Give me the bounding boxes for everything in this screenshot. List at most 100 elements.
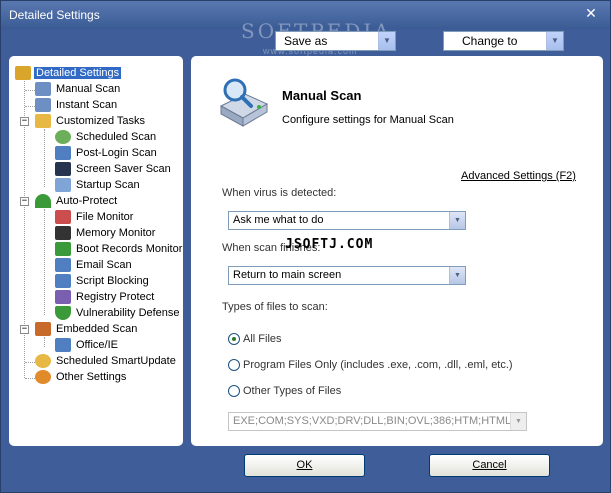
shield-icon xyxy=(55,306,71,321)
settings-content-panel: Manual Scan Configure settings for Manua… xyxy=(191,56,603,446)
tree-item-scheduled-scan[interactable]: Scheduled Scan xyxy=(55,129,158,145)
virus-action-value: Ask me what to do xyxy=(233,214,324,226)
tree-item-boot-records-monitor[interactable]: Boot Records Monitor xyxy=(55,241,184,257)
tree-item-memory-monitor[interactable]: Memory Monitor xyxy=(55,225,157,241)
tree-item-label: Memory Monitor xyxy=(76,227,156,240)
settings-window: Detailed Settings ✕ SOFTPEDIA www.softpe… xyxy=(0,0,611,493)
save-as-label: Save as xyxy=(284,34,328,48)
tree-item-label: Registry Protect xyxy=(76,291,155,304)
radio-all-files[interactable]: All Files xyxy=(228,332,282,346)
tree-item-other-settings[interactable]: Other Settings xyxy=(35,369,128,385)
tree-item-office-ie[interactable]: Office/IE xyxy=(55,337,120,353)
tree-item-label: Vulnerability Defense xyxy=(76,307,180,320)
scan-finish-action-select[interactable]: Return to main screen ▼ xyxy=(228,266,466,285)
memory-chip-icon xyxy=(55,226,71,241)
tree-connector xyxy=(25,90,35,91)
tree-item-scheduled-smartupdate[interactable]: Scheduled SmartUpdate xyxy=(35,353,178,369)
save-as-dropdown[interactable]: Save as ▼ xyxy=(275,31,396,51)
window-title: Detailed Settings xyxy=(9,8,100,22)
cancel-button[interactable]: Cancel xyxy=(429,454,550,477)
radio-button[interactable] xyxy=(228,333,240,346)
collapse-customized-tasks[interactable]: − xyxy=(20,117,29,126)
file-extensions-value: EXE;COM;SYS;VXD;DRV;DLL;BIN;OVL;386;HTM;… xyxy=(233,415,522,427)
change-to-label: Change to xyxy=(462,34,518,48)
page-description: Configure settings for Manual Scan xyxy=(282,114,454,126)
clock-icon xyxy=(55,130,71,145)
file-extensions-select: EXE;COM;SYS;VXD;DRV;DLL;BIN;OVL;386;HTM;… xyxy=(228,412,527,431)
radio-program-files-only[interactable]: Program Files Only (includes .exe, .com,… xyxy=(228,358,513,372)
tree-connector xyxy=(25,106,35,107)
tree-item-label: Embedded Scan xyxy=(56,323,138,336)
tree-item-label: Customized Tasks xyxy=(56,115,146,128)
tree-item-customized-tasks[interactable]: Customized Tasks xyxy=(35,113,147,129)
tree-item-file-monitor[interactable]: File Monitor xyxy=(55,209,135,225)
office-icon xyxy=(55,338,71,353)
chevron-down-icon: ▼ xyxy=(546,32,563,50)
folder-clock-icon xyxy=(35,114,51,129)
tree-item-label: Boot Records Monitor xyxy=(76,243,183,256)
cancel-button-label: Cancel xyxy=(472,459,507,471)
collapse-embedded-scan[interactable]: − xyxy=(20,325,29,334)
settings-icon xyxy=(15,66,31,81)
tree-item-label: Scheduled Scan xyxy=(76,131,157,144)
tree-item-label: Auto-Protect xyxy=(56,195,118,208)
tree-item-label: Office/IE xyxy=(76,339,118,352)
boot-disk-icon xyxy=(55,242,71,257)
tree-item-post-login-scan[interactable]: Post-Login Scan xyxy=(55,145,159,161)
tree-item-label: Instant Scan xyxy=(56,99,118,112)
tree-item-label: Email Scan xyxy=(76,259,132,272)
radio-other-types[interactable]: Other Types of Files xyxy=(228,384,341,398)
overlay-watermark: JSOFTJ.COM xyxy=(285,237,374,252)
tree-item-vulnerability-defense[interactable]: Vulnerability Defense xyxy=(55,305,182,321)
user-scan-icon xyxy=(35,82,51,97)
tree-item-label: Script Blocking xyxy=(76,275,149,288)
tree-item-embedded-scan[interactable]: Embedded Scan xyxy=(35,321,139,337)
tree-item-label: Detailed Settings xyxy=(34,67,122,80)
settings-tree-panel: − − − Detailed Settings Manual Scan Inst… xyxy=(9,56,183,446)
radio-label: Other Types of Files xyxy=(243,385,342,398)
ok-button[interactable]: OK xyxy=(244,454,365,477)
tree-item-label: Screen Saver Scan xyxy=(76,163,171,176)
script-icon xyxy=(55,274,71,289)
tree-item-label: Other Settings xyxy=(56,371,127,384)
tree-item-screen-saver-scan[interactable]: Screen Saver Scan xyxy=(55,161,173,177)
gear-icon xyxy=(35,370,51,385)
monitor-icon xyxy=(55,162,71,177)
virus-detected-label: When virus is detected: xyxy=(222,187,337,199)
tree-item-label: File Monitor xyxy=(76,211,134,224)
tree-item-label: Startup Scan xyxy=(76,179,140,192)
chevron-down-icon: ▼ xyxy=(449,212,465,229)
tree-item-manual-scan[interactable]: Manual Scan xyxy=(35,81,122,97)
tree-item-label: Post-Login Scan xyxy=(76,147,157,160)
tree-connector xyxy=(44,209,45,315)
computer-icon xyxy=(55,146,71,161)
tree-item-auto-protect[interactable]: Auto-Protect xyxy=(35,193,119,209)
chevron-down-icon: ▼ xyxy=(449,267,465,284)
tree-connector xyxy=(25,378,35,379)
virus-action-select[interactable]: Ask me what to do ▼ xyxy=(228,211,466,230)
change-to-dropdown[interactable]: Change to ▼ xyxy=(443,31,564,51)
advanced-settings-link[interactable]: Advanced Settings (F2) xyxy=(461,170,576,182)
tree-item-detailed-settings[interactable]: Detailed Settings xyxy=(15,65,122,81)
update-icon xyxy=(35,354,51,369)
page-title: Manual Scan xyxy=(282,88,362,103)
tree-item-email-scan[interactable]: Email Scan xyxy=(55,257,134,273)
radio-button[interactable] xyxy=(228,385,240,398)
ok-button-label: OK xyxy=(296,459,313,471)
chevron-down-icon: ▼ xyxy=(510,413,526,430)
collapse-auto-protect[interactable]: − xyxy=(20,197,29,206)
tree-item-label: Manual Scan xyxy=(56,83,121,96)
radio-label: All Files xyxy=(243,333,282,346)
tree-item-script-blocking[interactable]: Script Blocking xyxy=(55,273,151,289)
tree-item-instant-scan[interactable]: Instant Scan xyxy=(35,97,119,113)
tree-item-registry-protect[interactable]: Registry Protect xyxy=(55,289,156,305)
radio-button[interactable] xyxy=(228,359,240,372)
tree-item-startup-scan[interactable]: Startup Scan xyxy=(55,177,142,193)
tree-connector xyxy=(44,129,45,187)
radio-label: Program Files Only (includes .exe, .com,… xyxy=(243,359,513,372)
email-icon xyxy=(55,258,71,273)
registry-icon xyxy=(55,290,71,305)
tree-connector xyxy=(25,362,35,363)
close-icon[interactable]: ✕ xyxy=(584,7,598,21)
tree-item-label: Scheduled SmartUpdate xyxy=(56,355,176,368)
